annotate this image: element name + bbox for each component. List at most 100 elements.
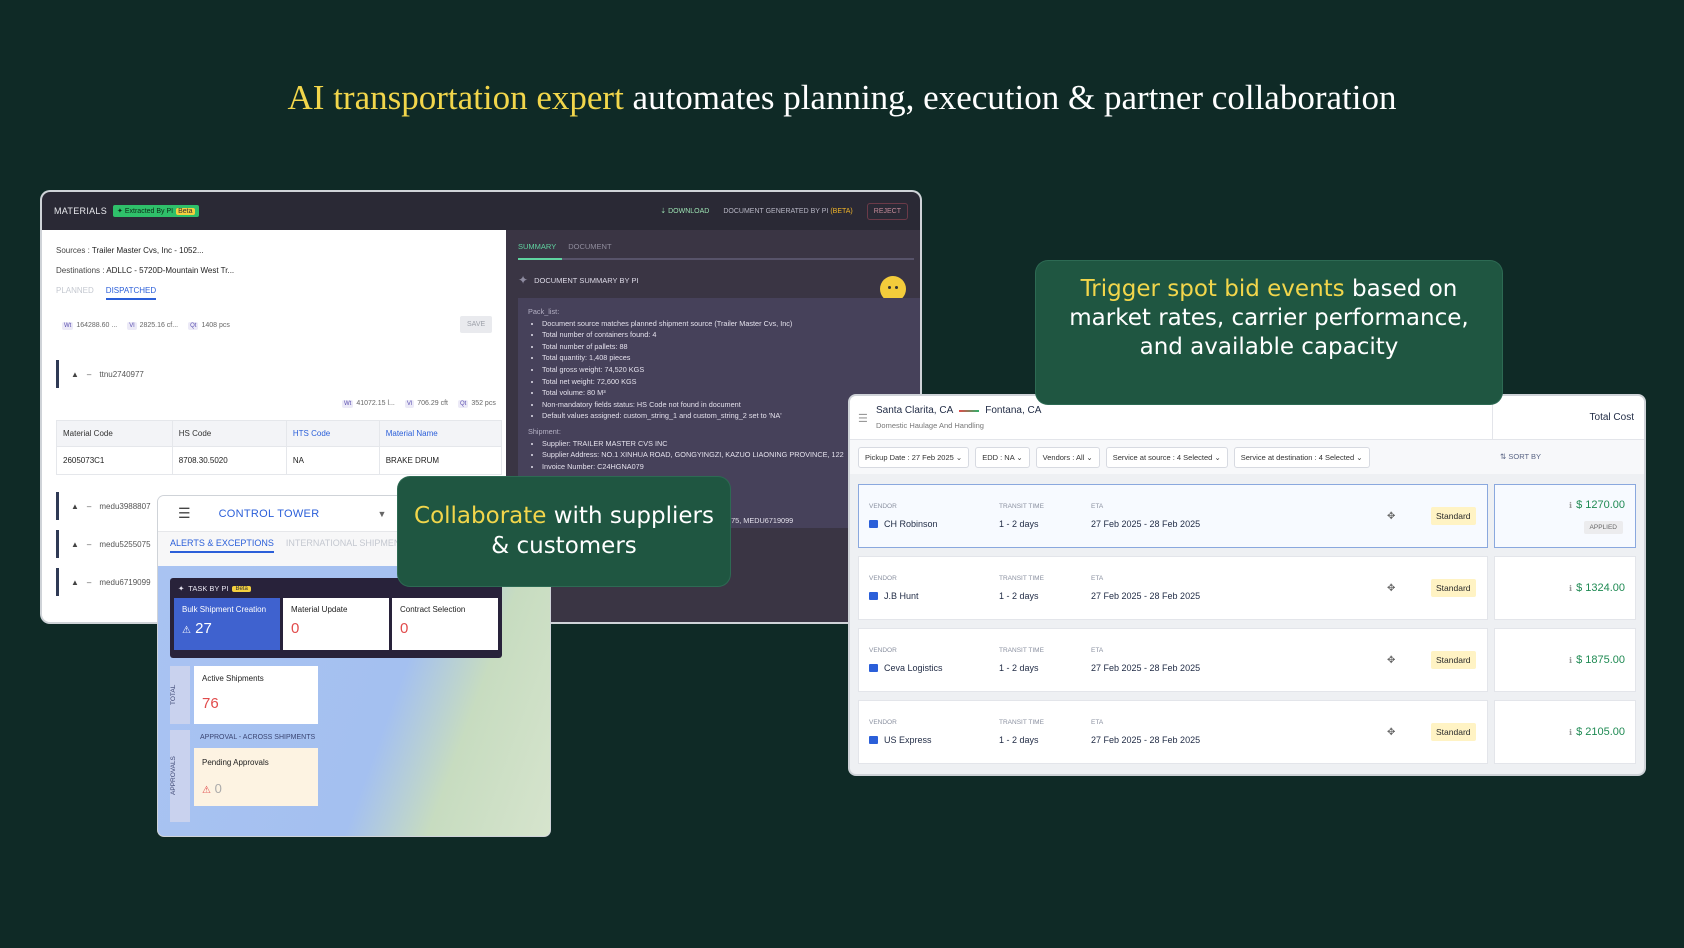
quantity-chip: Qt <box>188 322 199 330</box>
eta-label: ETA <box>1091 647 1104 654</box>
task-count: ⚠ 27 <box>182 620 272 637</box>
reject-button[interactable]: REJECT <box>866 202 908 220</box>
filter-edd[interactable]: EDD : NA ⌄ <box>975 446 1030 468</box>
vendor-name: US Express <box>869 735 932 745</box>
download-button[interactable]: ⇣ DOWNLOAD <box>660 207 709 215</box>
pin-icon[interactable]: ✥ <box>1387 655 1395 666</box>
table-row[interactable]: VENDOR J.B Hunt TRANSIT TIME 1 - 2 days … <box>858 556 1488 620</box>
list-menu-icon[interactable]: ☰ <box>178 505 191 522</box>
warning-icon: ⚠ <box>182 625 191 636</box>
tab-document[interactable]: DOCUMENT <box>568 242 611 251</box>
pin-icon[interactable]: ✥ <box>1387 583 1395 594</box>
col-hs-code: HS Code <box>171 420 287 447</box>
col-hts-code[interactable]: HTS Code <box>285 420 380 447</box>
vendor-label: VENDOR <box>869 719 897 726</box>
info-icon[interactable]: ℹ <box>1569 501 1572 510</box>
task-label: Material Update <box>291 605 348 614</box>
info-icon[interactable]: ℹ <box>1569 656 1572 665</box>
container-weight: Wt 41072.15 l... <box>342 400 395 408</box>
cvolume-chip: Vl <box>404 400 415 408</box>
vendor-name-text: J.B Hunt <box>884 591 919 601</box>
info-icon[interactable]: ℹ <box>1569 728 1572 737</box>
filter-service-destination[interactable]: Service at destination : 4 Selected ⌄ <box>1233 446 1370 468</box>
beta-badge: Beta <box>176 208 195 215</box>
eta-value: 27 Feb 2025 - 28 Feb 2025 <box>1091 519 1201 529</box>
transit-value: 1 - 2 days <box>999 591 1039 601</box>
container-id: medu5255075 <box>99 539 151 549</box>
list-item: Total quantity: 1,408 pieces <box>542 352 910 364</box>
price-value: $ 1324.00 <box>1576 582 1625 594</box>
info-icon[interactable]: ℹ <box>1569 584 1572 593</box>
filter-vendors[interactable]: Vendors : All ⌄ <box>1035 446 1100 468</box>
pack-list-label: Pack_list: <box>528 307 560 316</box>
control-tower-title[interactable]: CONTROL TOWER <box>219 508 320 520</box>
sources-label: Sources : <box>56 246 90 255</box>
table-row[interactable]: VENDOR CH Robinson TRANSIT TIME 1 - 2 da… <box>858 484 1488 548</box>
filter-service-source[interactable]: Service at source : 4 Selected ⌄ <box>1105 446 1228 468</box>
pin-icon[interactable]: ✥ <box>1387 511 1395 522</box>
cost-cell[interactable]: ℹ $ 2105.00 <box>1494 700 1636 764</box>
sources-row: Sources : Trailer Master Cvs, Inc - 1052… <box>56 246 204 255</box>
summary-title: DOCUMENT SUMMARY BY PI <box>534 275 639 285</box>
cost-cell[interactable]: ℹ $ 1875.00 <box>1494 628 1636 692</box>
save-button[interactable]: SAVE <box>460 316 493 333</box>
filter-pickup-date[interactable]: Pickup Date : 27 Feb 2025 ⌄ <box>858 446 970 468</box>
list-item: Document source matches planned shipment… <box>542 318 910 330</box>
dash-icon: – <box>86 577 92 587</box>
pending-approvals-card[interactable]: Pending Approvals ⚠ 0 <box>194 748 318 806</box>
dash-icon: – <box>86 369 92 379</box>
list-item: Total net weight: 72,600 KGS <box>542 376 910 388</box>
cost-cell[interactable]: ℹ $ 1270.00 APPLIED <box>1494 484 1636 548</box>
pin-icon[interactable]: ✥ <box>1387 727 1395 738</box>
cweight-chip: Wt <box>342 400 354 408</box>
eta-value: 27 Feb 2025 - 28 Feb 2025 <box>1091 591 1201 601</box>
eta-label: ETA <box>1091 719 1104 726</box>
price: ℹ $ 2105.00 <box>1569 726 1625 738</box>
approvals-side-tag: APPROVALS <box>170 730 190 822</box>
tab-dispatched[interactable]: DISPATCHED <box>105 286 157 300</box>
tab-planned[interactable]: PLANNED <box>56 286 94 300</box>
task-contract-selection[interactable]: Contract Selection 0 <box>392 598 498 650</box>
cquantity-chip: Qt <box>457 400 469 408</box>
pending-approvals-value: 0 <box>214 781 222 796</box>
pending-approvals-label: Pending Approvals <box>202 758 269 767</box>
eta-value: 27 Feb 2025 - 28 Feb 2025 <box>1091 735 1201 745</box>
active-shipments-card[interactable]: Active Shipments 76 <box>194 666 318 724</box>
task-value: 0 <box>400 620 409 637</box>
col-material-name[interactable]: Material Name <box>378 420 503 447</box>
menu-icon[interactable]: ☰ <box>858 412 868 425</box>
sort-by-button[interactable]: ⇅ SORT BY <box>1500 452 1541 461</box>
tab-summary[interactable]: SUMMARY <box>518 242 556 251</box>
list-item: Total number of pallets: 88 <box>542 341 910 353</box>
service-badge: Standard <box>1431 651 1476 669</box>
task-bulk-shipment[interactable]: Bulk Shipment Creation ⚠ 27 <box>174 598 280 650</box>
task-label: Contract Selection <box>400 605 466 614</box>
tab-alerts[interactable]: ALERTS & EXCEPTIONS <box>170 538 274 553</box>
lock-icon: ▲ <box>71 577 79 587</box>
sparkle-icon: ✦ <box>178 584 185 593</box>
chevron-down-icon[interactable]: ▼ <box>377 509 386 519</box>
task-material-update[interactable]: Material Update 0 <box>283 598 389 650</box>
cost-cell[interactable]: ℹ $ 1324.00 <box>1494 556 1636 620</box>
container-row[interactable]: ▲ – ttnu2740977 <box>56 360 496 388</box>
plan-tabs: PLANNED DISPATCHED <box>56 286 157 300</box>
volume-value: 2825.16 cf... <box>139 322 179 329</box>
doc-generated-label: DOCUMENT GENERATED BY PI (BETA) <box>723 208 852 215</box>
beta-badge: Beta <box>232 585 251 592</box>
table-row[interactable]: VENDOR Ceva Logistics TRANSIT TIME 1 - 2… <box>858 628 1488 692</box>
cweight-value: 41072.15 l... <box>356 400 395 407</box>
control-tower-tabs: ALERTS & EXCEPTIONS INTERNATIONAL SHIPME… <box>170 538 400 553</box>
warning-icon: ⚠ <box>202 785 211 796</box>
container-quantity: Qt 352 pcs <box>457 400 496 408</box>
vendor-logo-icon <box>869 520 878 528</box>
doc-beta-badge: (BETA) <box>830 207 853 215</box>
volume-chip: Vl <box>127 322 137 330</box>
vendor-label: VENDOR <box>869 647 897 654</box>
cell-material-name: BRAKE DRUM <box>378 446 503 475</box>
lock-icon: ▲ <box>71 501 79 511</box>
download-label: DOWNLOAD <box>668 208 710 215</box>
tab-international[interactable]: INTERNATIONAL SHIPMEN <box>286 538 401 553</box>
table-row[interactable]: VENDOR US Express TRANSIT TIME 1 - 2 day… <box>858 700 1488 764</box>
materials-topbar: MATERIALS ✦ Extracted By PI Beta ⇣ DOWNLO… <box>42 192 920 230</box>
vendor-name: Ceva Logistics <box>869 663 943 673</box>
